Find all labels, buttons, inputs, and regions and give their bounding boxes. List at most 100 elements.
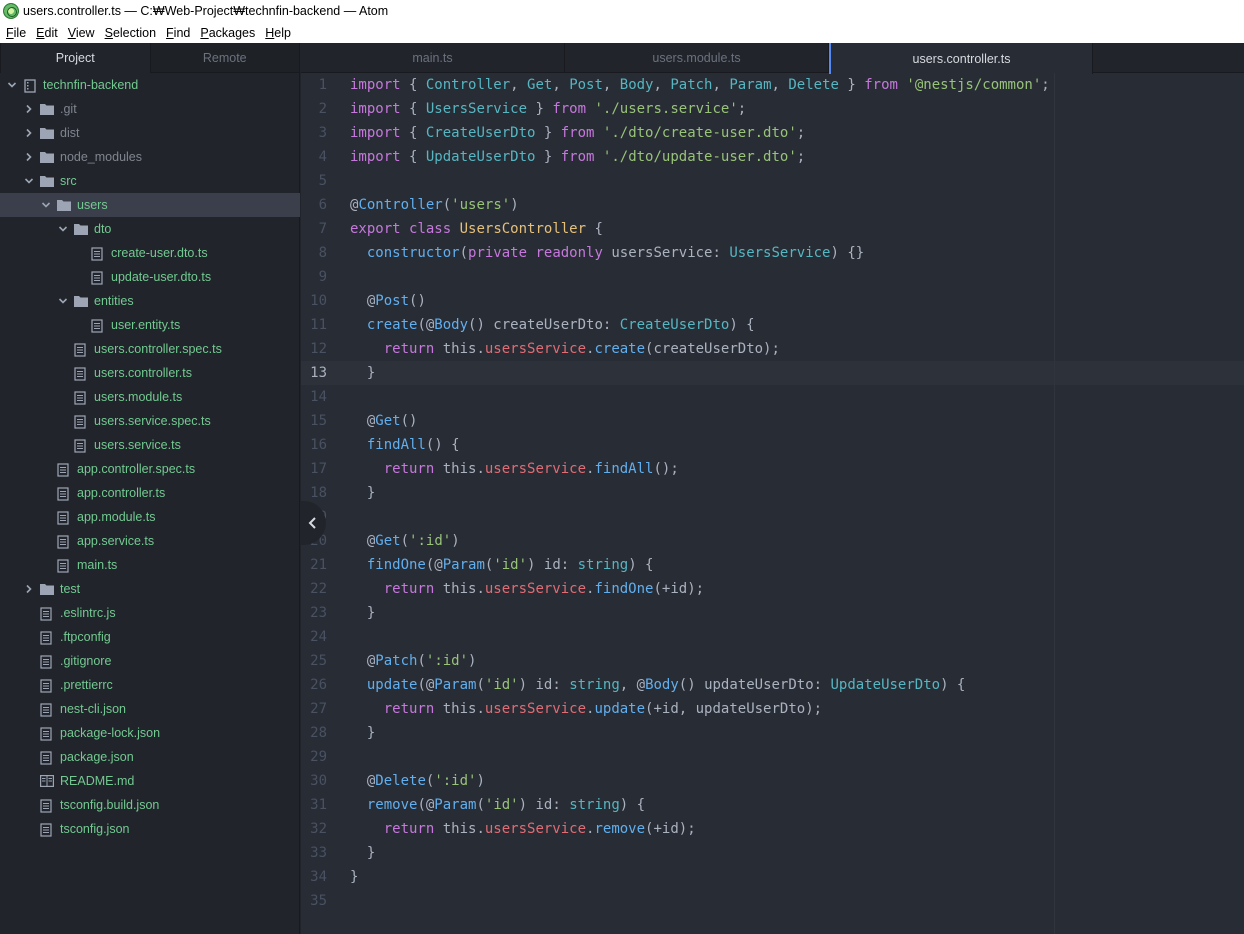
- tree-file-app-module-ts[interactable]: app.module.ts: [0, 505, 300, 529]
- line-number: 30: [310, 773, 327, 789]
- tree-file-user-entity-ts[interactable]: user.entity.ts: [0, 313, 300, 337]
- tree-item-label: package-lock.json: [60, 726, 161, 740]
- menu-find[interactable]: Find: [166, 26, 190, 40]
- line-number: 15: [310, 413, 327, 429]
- code-token: , @: [619, 677, 646, 693]
- code-text: }: [350, 365, 375, 381]
- tree-item-label: test: [60, 582, 81, 596]
- tree-file-tsconfig-build-json[interactable]: tsconfig.build.json: [0, 793, 300, 817]
- tree-file-package-json[interactable]: package.json: [0, 745, 300, 769]
- tree-folder-git[interactable]: .git: [0, 97, 300, 121]
- code-editor[interactable]: 1 import { Controller, Get, Post, Body, P…: [301, 73, 1244, 913]
- tab-users-module-ts[interactable]: users.module.ts: [565, 43, 829, 73]
- tree-file-create-user-dto-ts[interactable]: create-user.dto.ts: [0, 241, 300, 265]
- tree-item-label: app.service.ts: [77, 534, 155, 548]
- panel-tab-remote[interactable]: Remote: [149, 43, 299, 73]
- tab-users-controller-ts[interactable]: users.controller.ts: [829, 43, 1093, 74]
- menu-packages[interactable]: Packages: [200, 26, 255, 40]
- tree-folder-entities[interactable]: entities: [0, 289, 300, 313]
- tree-folder-dist[interactable]: dist: [0, 121, 300, 145]
- code-token: (+id);: [645, 821, 696, 837]
- code-token: import: [350, 149, 401, 165]
- chevron-down-icon[interactable]: [24, 176, 34, 186]
- tree-file-users-controller-spec-ts[interactable]: users.controller.spec.ts: [0, 337, 300, 361]
- atom-logo-icon: [3, 3, 19, 19]
- code-text: @Patch(':id'): [350, 653, 477, 669]
- tree-file-ftpconfig[interactable]: .ftpconfig: [0, 625, 300, 649]
- tree-folder-test[interactable]: test: [0, 577, 300, 601]
- code-text: @Get(): [350, 413, 418, 429]
- code-line: 29: [301, 745, 1244, 769]
- code-token: ();: [653, 461, 679, 477]
- code-token: Delete: [375, 773, 426, 789]
- tree-file-gitignore[interactable]: .gitignore: [0, 649, 300, 673]
- tree-file-package-lock-json[interactable]: package-lock.json: [0, 721, 300, 745]
- tree-file-prettierrc[interactable]: .prettierrc: [0, 673, 300, 697]
- tree-folder-src[interactable]: src: [0, 169, 300, 193]
- code-token: }: [838, 77, 865, 93]
- code-token: create: [366, 317, 418, 333]
- tree-file-users-service-spec-ts[interactable]: users.service.spec.ts: [0, 409, 300, 433]
- tree-file-users-module-ts[interactable]: users.module.ts: [0, 385, 300, 409]
- menu-file[interactable]: File: [6, 26, 26, 40]
- tree-file-app-controller-spec-ts[interactable]: app.controller.spec.ts: [0, 457, 300, 481]
- code-line: 13 }: [301, 361, 1244, 385]
- code-token: Get: [375, 533, 401, 549]
- code-token: CreateUserDto: [425, 125, 536, 141]
- tree-folder-node-modules[interactable]: node_modules: [0, 145, 300, 169]
- tree-file-nest-cli-json[interactable]: nest-cli.json: [0, 697, 300, 721]
- code-token: from: [552, 101, 587, 117]
- code-token: {: [586, 221, 603, 237]
- code-token: ) {: [729, 317, 755, 333]
- tree-file-users-controller-ts[interactable]: users.controller.ts: [0, 361, 300, 385]
- chevron-right-icon[interactable]: [24, 128, 34, 138]
- file-text-icon: [57, 463, 71, 477]
- tree-file-users-service-ts[interactable]: users.service.ts: [0, 433, 300, 457]
- chevron-right-icon[interactable]: [24, 152, 34, 162]
- code-token: (@: [417, 317, 435, 333]
- code-line: 23 }: [301, 601, 1244, 625]
- menu-help[interactable]: Help: [265, 26, 291, 40]
- code-token: () createUserDto:: [468, 317, 620, 333]
- code-token: {: [400, 125, 426, 141]
- tree-file-readme-md[interactable]: README.md: [0, 769, 300, 793]
- menu-label-rest: ind: [173, 25, 191, 40]
- code-line: 20 @Get(':id'): [301, 529, 1244, 553]
- tree-file-eslintrc-js[interactable]: .eslintrc.js: [0, 601, 300, 625]
- tree-folder-technfin-backend[interactable]: technfin-backend: [0, 73, 300, 97]
- line-number: 31: [310, 797, 327, 813]
- tree-file-main-ts[interactable]: main.ts: [0, 553, 300, 577]
- code-token: ) {}: [830, 245, 865, 261]
- code-line: 33 }: [301, 841, 1244, 865]
- chevron-down-icon[interactable]: [7, 80, 17, 90]
- tree-item-label: .git: [60, 102, 77, 116]
- menu-selection[interactable]: Selection: [105, 26, 156, 40]
- tree-file-tsconfig-json[interactable]: tsconfig.json: [0, 817, 300, 841]
- chevron-down-icon[interactable]: [58, 296, 68, 306]
- chevron-down-icon[interactable]: [58, 224, 68, 234]
- tab-main-ts[interactable]: main.ts: [301, 43, 565, 73]
- code-token: }: [350, 485, 376, 501]
- chevron-down-icon[interactable]: [41, 200, 51, 210]
- chevron-left-icon: [308, 517, 316, 529]
- tree-file-app-controller-ts[interactable]: app.controller.ts: [0, 481, 300, 505]
- tree-file-app-service-ts[interactable]: app.service.ts: [0, 529, 300, 553]
- tree-folder-dto[interactable]: dto: [0, 217, 300, 241]
- tree-folder-users[interactable]: users: [0, 193, 300, 217]
- panel-tab-project[interactable]: Project: [0, 43, 150, 73]
- tree-item-label: users.controller.ts: [94, 366, 192, 380]
- tree-file-update-user-dto-ts[interactable]: update-user.dto.ts: [0, 265, 300, 289]
- code-token: return: [383, 581, 435, 597]
- chevron-right-icon[interactable]: [24, 104, 34, 114]
- menu-view[interactable]: View: [68, 26, 95, 40]
- code-line: 14: [301, 385, 1244, 409]
- line-number: 7: [318, 221, 327, 237]
- tree-item-label: users.service.spec.ts: [94, 414, 211, 428]
- menu-edit[interactable]: Edit: [36, 26, 58, 40]
- code-token: ,: [712, 77, 730, 93]
- chevron-right-icon[interactable]: [24, 584, 34, 594]
- code-token: }: [527, 101, 553, 117]
